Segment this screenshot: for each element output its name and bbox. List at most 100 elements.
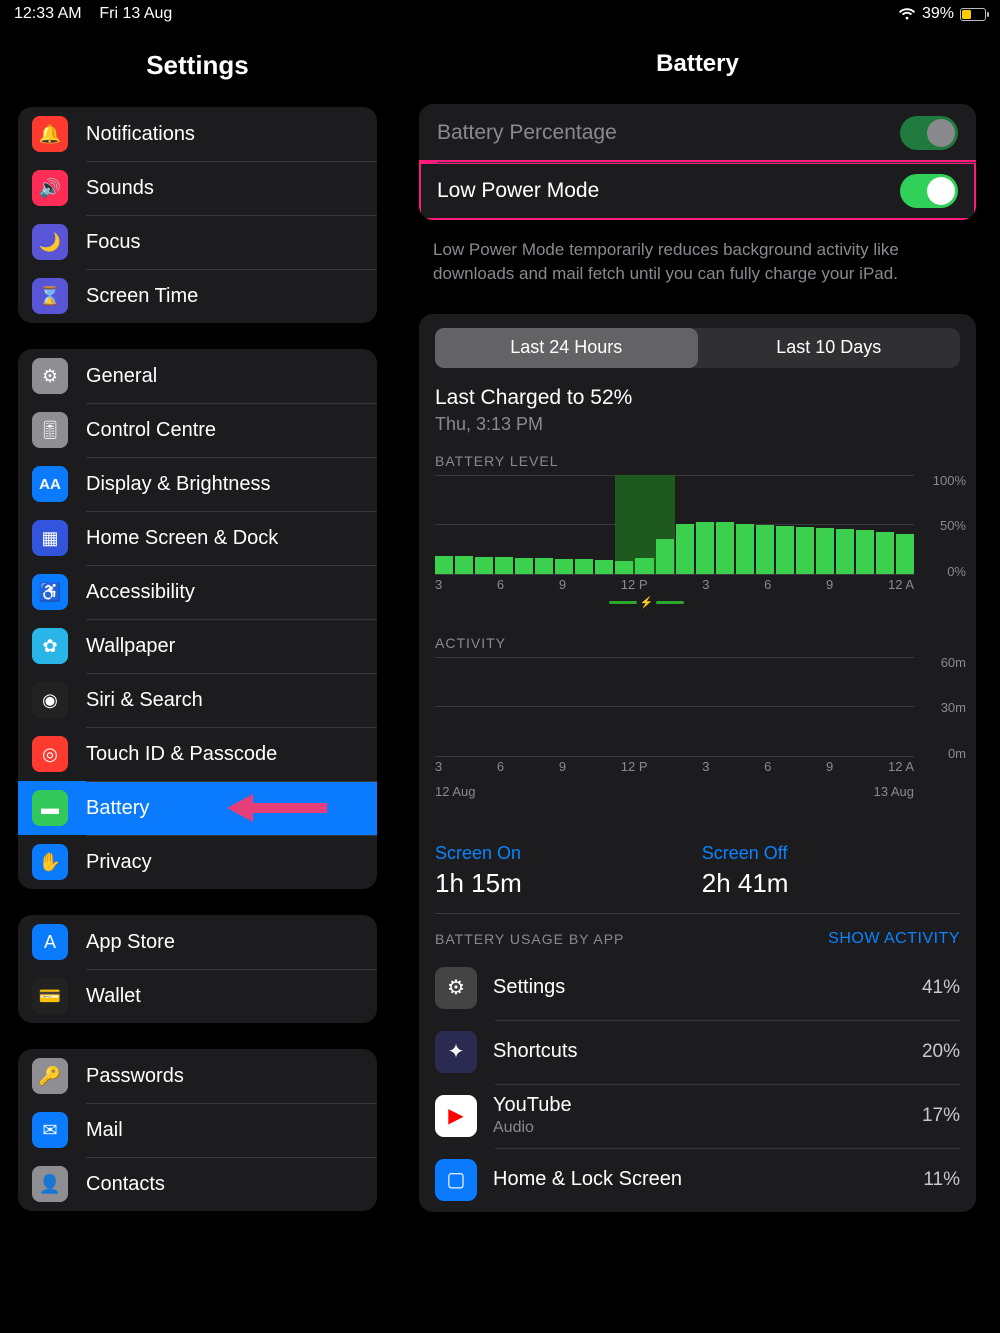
sidebar-item-label: Wallet [86,985,141,1008]
app-pct: 11% [923,1169,960,1191]
sidebar-item-label: Contacts [86,1173,165,1196]
sidebar-item-display[interactable]: AA Display & Brightness [18,457,377,511]
app-name: Shortcuts [493,1040,922,1063]
status-time: 12:33 AM [14,5,82,22]
status-battery-percent: 39% [922,5,954,23]
key-icon: 🔑 [32,1058,68,1094]
sidebar-item-label: Mail [86,1119,123,1142]
charging-indicator-icon: ⚡ [435,596,914,609]
appstore-icon: A [32,924,68,960]
sidebar-item-label: General [86,365,157,388]
mail-icon: ✉ [32,1112,68,1148]
sidebar-item-label: Notifications [86,123,195,146]
statusbar: 12:33 AM Fri 13 Aug 39% [0,0,1000,28]
moon-icon: 🌙 [32,224,68,260]
sidebar-item-label: Home Screen & Dock [86,527,278,550]
sidebar-item-label: Screen Time [86,285,198,308]
screen-off-stat: Screen Off 2h 41m [702,843,789,899]
screen-on-stat: Screen On 1h 15m [435,843,522,899]
toggle-battery-percentage[interactable] [900,116,958,150]
sidebar-item-contacts[interactable]: 👤 Contacts [18,1157,377,1211]
low-power-footnote: Low Power Mode temporarily reduces backg… [395,232,1000,304]
gear-icon: ⚙ [32,358,68,394]
app-pct: 17% [922,1105,960,1127]
hand-icon: ✋ [32,844,68,880]
usage-row[interactable]: ▢Home & Lock Screen11% [435,1148,960,1212]
sidebar: Settings 🔔 Notifications 🔊 Sounds 🌙Focus⌛Scr… [0,28,395,1333]
speaker-icon: 🔊 [32,170,68,206]
battery-level-chart: 100%50%0%36912 P36912 A⚡ [435,475,960,595]
sidebar-item-appstore[interactable]: A App Store [18,915,377,969]
last-charged-sub: Thu, 3:13 PM [435,410,960,453]
app-pct: 41% [922,977,960,999]
sidebar-item-label: Display & Brightness [86,473,271,496]
sidebar-item-focus[interactable]: 🌙Focus [18,215,377,269]
wifi-icon [898,7,916,21]
usage-row[interactable]: ✦ Shortcuts20% [435,1020,960,1084]
contacts-icon: 👤 [32,1166,68,1202]
wallet-icon: 💳 [32,978,68,1014]
sidebar-item-homescreen[interactable]: ▦Home Screen & Dock [18,511,377,565]
app-sub: Audio [493,1119,922,1137]
sidebar-item-controlcentre[interactable]: 🎚 Control Centre [18,403,377,457]
battery-level-label: BATTERY LEVEL [435,453,960,475]
sidebar-item-notifications[interactable]: 🔔 Notifications [18,107,377,161]
app-icon: ✦ [435,1031,477,1073]
battery-stats-card: Last 24 Hours Last 10 Days Last Charged … [419,314,976,1212]
bell-icon: 🔔 [32,116,68,152]
siri-icon: ◉ [32,682,68,718]
sidebar-item-privacy[interactable]: ✋Privacy [18,835,377,889]
detail-pane: Battery Battery Percentage Low Power Mode… [395,28,1000,1333]
app-name: YouTube [493,1094,922,1117]
sidebar-title: Settings [0,28,395,107]
setting-label: Low Power Mode [437,179,599,203]
time-range-segmented[interactable]: Last 24 Hours Last 10 Days [435,328,960,368]
segment-10d[interactable]: Last 10 Days [698,328,961,368]
sidebar-item-label: Control Centre [86,419,216,442]
activity-chart: 60m30m0m36912 P36912 A12 Aug13 Aug [435,657,960,777]
app-icon: ▢ [435,1159,477,1201]
flower-icon: ✿ [32,628,68,664]
sidebar-item-label: App Store [86,931,175,954]
sidebar-item-screentime[interactable]: ⌛Screen Time [18,269,377,323]
fingerprint-icon: ◎ [32,736,68,772]
sidebar-item-label: Touch ID & Passcode [86,743,277,766]
battery-settings-card: Battery Percentage Low Power Mode [419,104,976,220]
activity-label: ACTIVITY [435,635,960,657]
sidebar-item-label: Wallpaper [86,635,175,658]
sidebar-item-passwords[interactable]: 🔑 Passwords [18,1049,377,1103]
usage-row[interactable]: ⚙ Settings41% [435,956,960,1020]
toggle-low-power-mode[interactable] [900,174,958,208]
sidebar-item-siri[interactable]: ◉ Siri & Search [18,673,377,727]
sidebar-item-mail[interactable]: ✉ Mail [18,1103,377,1157]
switches-icon: 🎚 [32,412,68,448]
show-activity-link[interactable]: SHOW ACTIVITY [828,930,960,948]
aa-icon: AA [32,466,68,502]
sidebar-item-touchid[interactable]: ◎ Touch ID & Passcode [18,727,377,781]
sidebar-item-label: Passwords [86,1065,184,1088]
sidebar-item-battery[interactable]: ▬ Battery [18,781,377,835]
segment-24h[interactable]: Last 24 Hours [435,328,698,368]
app-name: Settings [493,976,922,999]
battery-icon [960,8,986,21]
battery-icon: ▬ [32,790,68,826]
screen-stats: Screen On 1h 15m Screen Off 2h 41m [435,825,960,913]
sidebar-item-label: Siri & Search [86,689,203,712]
app-icon: ⚙ [435,967,477,1009]
setting-label: Battery Percentage [437,121,617,145]
sidebar-item-label: Sounds [86,177,154,200]
app-icon: ▶ [435,1095,477,1137]
sidebar-item-accessibility[interactable]: ♿Accessibility [18,565,377,619]
sidebar-item-label: Battery [86,797,149,820]
sidebar-item-sounds[interactable]: 🔊 Sounds [18,161,377,215]
sidebar-item-wallpaper[interactable]: ✿ Wallpaper [18,619,377,673]
sidebar-item-general[interactable]: ⚙ General [18,349,377,403]
detail-title: Battery [395,28,1000,104]
arrow-annotation [227,796,327,820]
last-charged-title: Last Charged to 52% [435,382,960,410]
usage-row[interactable]: ▶ YouTube Audio17% [435,1084,960,1148]
sidebar-item-wallet[interactable]: 💳 Wallet [18,969,377,1023]
status-date: Fri 13 Aug [99,5,172,22]
setting-row-battery-percentage: Battery Percentage [419,104,976,162]
app-pct: 20% [922,1041,960,1063]
